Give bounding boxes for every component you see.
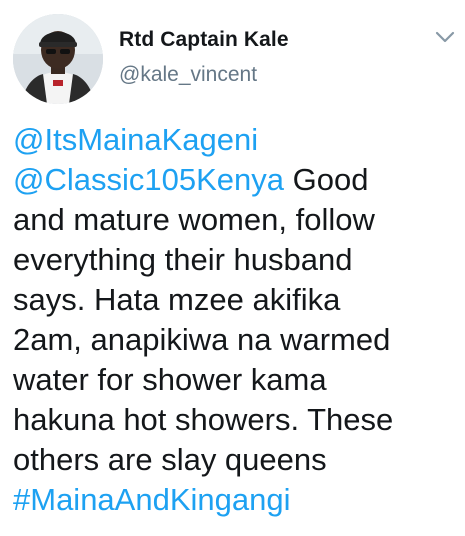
tweet-line: @ItsMainaKageni [13, 120, 453, 160]
tweet-card: Rtd Captain Kale @kale_vincent @ItsMaina… [0, 0, 465, 536]
tweet-line: water for shower kama [13, 362, 327, 397]
chevron-down-icon[interactable] [434, 28, 456, 46]
mention-link[interactable]: @Classic105Kenya [13, 162, 284, 197]
avatar-photo [13, 14, 103, 104]
tweet-text-segment: Good [284, 162, 369, 197]
author-display-name[interactable]: Rtd Captain Kale [119, 28, 289, 52]
tweet-line: @Classic105Kenya Good [13, 160, 453, 200]
mention-link[interactable]: @ItsMainaKageni [13, 122, 258, 157]
tweet-line: everything their husband [13, 242, 353, 277]
tweet-line: hakuna hot showers. These [13, 402, 394, 437]
tweet-line: says. Hata mzee akifika [13, 282, 341, 317]
tweet-line: and mature women, follow [13, 202, 375, 237]
author-handle[interactable]: @kale_vincent [119, 63, 257, 87]
hashtag-link[interactable]: #MainaAndKingangi [13, 482, 291, 517]
tweet-line: 2am, anapikiwa na warmed [13, 322, 391, 357]
tweet-text: @ItsMainaKageni @Classic105Kenya Good an… [13, 120, 453, 520]
author-avatar[interactable] [13, 14, 103, 104]
tweet-line: others are slay queens [13, 442, 327, 477]
tweet-line: #MainaAndKingangi [13, 480, 453, 520]
